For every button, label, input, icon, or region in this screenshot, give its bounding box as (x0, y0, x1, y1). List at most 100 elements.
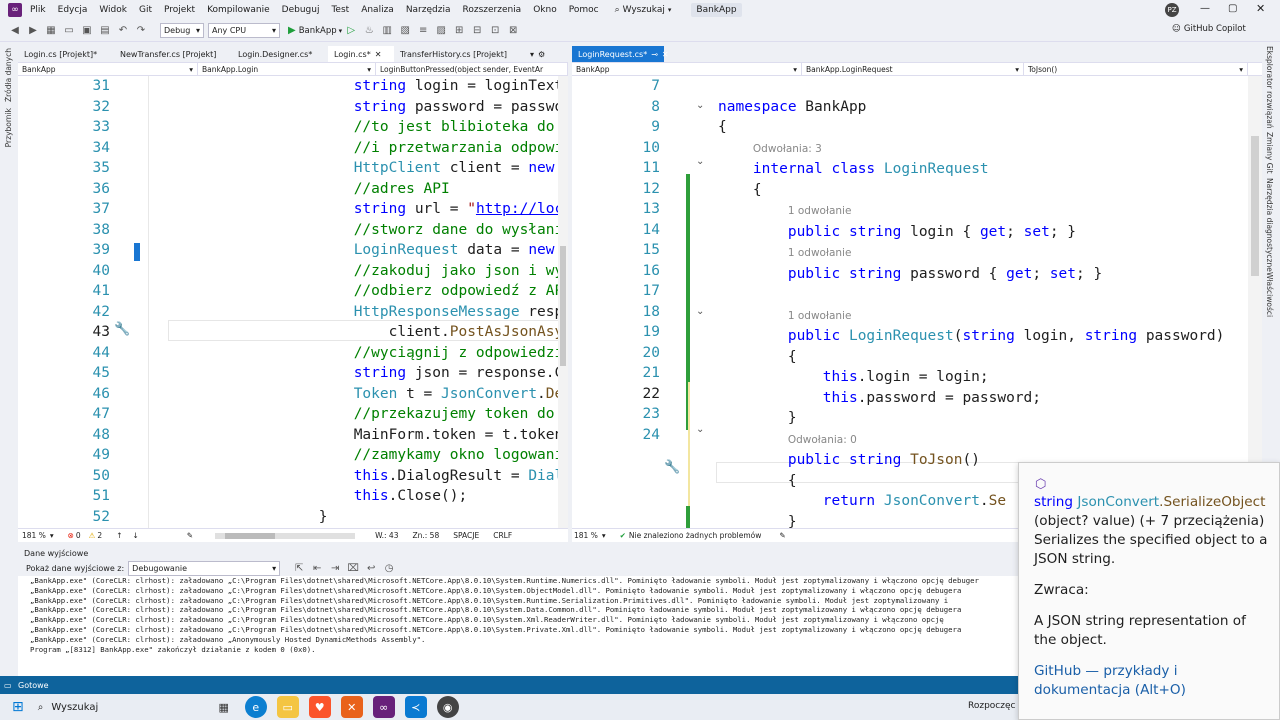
tab-overflow[interactable]: ▾ ⚙ (524, 46, 554, 62)
brush-icon[interactable]: ✎ (187, 531, 193, 540)
toolbar-icon-f[interactable]: ⊟ (470, 24, 484, 38)
save-all-icon[interactable]: ▤ (98, 24, 112, 38)
menu-item-10[interactable]: Rozszerzenia (462, 5, 521, 15)
toolbar-icon-a[interactable]: ▥ (380, 24, 394, 38)
new-project-icon[interactable]: ▦ (44, 24, 58, 38)
quick-action-icon[interactable]: 🔧 (664, 460, 680, 475)
clear-all-icon[interactable]: ⌧ (346, 561, 360, 575)
tab-newtransfer[interactable]: NewTransfer.cs [Projekt] (114, 46, 232, 62)
nav-project-select[interactable]: BankApp ▾ (572, 63, 802, 75)
zoom-level[interactable]: 181 % (574, 531, 598, 540)
open-folder-icon[interactable]: ▭ (62, 24, 76, 38)
prev-message-icon[interactable]: ⇤ (310, 561, 324, 575)
problems-status[interactable]: Nie znaleziono żadnych problemów (629, 531, 762, 540)
config-select[interactable]: Debug ▾ (160, 23, 204, 38)
menu-item-12[interactable]: Pomoc (569, 5, 599, 15)
menu-item-8[interactable]: Analiza (361, 5, 394, 15)
file-explorer-icon[interactable]: ▭ (276, 696, 299, 718)
close-icon[interactable]: ✕ (375, 50, 382, 59)
start-without-debug-icon[interactable]: ▷ (344, 24, 358, 38)
menu-item-0[interactable]: Plik (30, 5, 46, 15)
nav-class-select[interactable]: BankApp.Login ▾ (198, 63, 376, 75)
task-view-icon[interactable]: ▦ (213, 696, 235, 718)
fold-toggle-icon[interactable]: ⌄ (696, 306, 704, 317)
arrow-down-icon[interactable]: ↓ (132, 531, 138, 540)
minimize-button[interactable]: — (1200, 3, 1210, 14)
output-text[interactable]: „BankApp.exe" (CoreCLR: clrhost): załado… (18, 576, 1018, 674)
diagnostic-tools-tab[interactable]: Narzędzia diagnostyczne (1265, 178, 1274, 272)
pin-icon[interactable]: ⊸ (651, 50, 658, 59)
toolbar-icon-g[interactable]: ⊡ (488, 24, 502, 38)
toolbar-icon-d[interactable]: ▨ (434, 24, 448, 38)
avatar[interactable]: PZ (1165, 3, 1179, 17)
toolbox-tab[interactable]: Przybornik (4, 108, 13, 147)
menu-item-4[interactable]: Projekt (164, 5, 195, 15)
docs-link[interactable]: GitHub — przykłady i dokumentacja (Alt+O… (1034, 662, 1269, 700)
scrollbar-thumb[interactable] (1251, 136, 1259, 276)
menu-item-9[interactable]: Narzędzia (406, 5, 451, 15)
windows-start-icon[interactable]: ⊞ (12, 699, 24, 715)
nav-class-select[interactable]: BankApp.LoginRequest ▾ (802, 63, 1024, 75)
back-icon[interactable]: ◀ (8, 24, 22, 38)
save-icon[interactable]: ▣ (80, 24, 94, 38)
clock-icon[interactable]: ◷ (382, 561, 396, 575)
menu-item-11[interactable]: Okno (533, 5, 557, 15)
find-message-icon[interactable]: ⇱ (292, 561, 306, 575)
fold-toggle-icon[interactable]: ⌄ (696, 100, 704, 111)
nav-member-select[interactable]: LoginButtonPressed(object sender, EventA… (376, 63, 568, 75)
nav-project-select[interactable]: BankApp ▾ (18, 63, 198, 75)
warning-count[interactable]: 2 (97, 531, 102, 540)
output-source-select[interactable]: Debugowanie ▾ (128, 560, 281, 576)
zoom-level[interactable]: 181 % (22, 531, 46, 540)
toolbar-icon-h[interactable]: ⊠ (506, 24, 520, 38)
toolbar-icon-e[interactable]: ⊞ (452, 24, 466, 38)
hot-reload-icon[interactable]: ♨ (362, 24, 376, 38)
run-button[interactable]: ▶ BankApp ▾ (288, 25, 342, 36)
github-copilot-button[interactable]: ☺ GitHub Copilot (1172, 24, 1246, 34)
data-sources-tab[interactable]: Źródła danych (4, 48, 13, 102)
close-button[interactable]: ✕ (1256, 2, 1265, 15)
solution-explorer-tab[interactable]: Eksplorator rozwiązań (1265, 46, 1274, 129)
edge-icon[interactable]: e (244, 696, 267, 718)
menu-item-7[interactable]: Test (331, 5, 349, 15)
brave-icon[interactable]: ♥ (308, 696, 331, 718)
sig-class[interactable]: JsonConvert (1077, 494, 1159, 510)
tab-login-cs[interactable]: Login.cs* ✕ (328, 46, 394, 62)
menu-item-1[interactable]: Edycja (58, 5, 88, 15)
tab-login-designer[interactable]: Login.Designer.cs* (232, 46, 328, 62)
nav-member-select[interactable]: ToJson() ▾ (1024, 63, 1248, 75)
taskbar-notification[interactable]: Rozpoczęc (968, 701, 1015, 711)
menu-item-5[interactable]: Kompilowanie (207, 5, 270, 15)
toolbar-icon-c[interactable]: ≡ (416, 24, 430, 38)
line-ending[interactable]: CRLF (493, 531, 512, 540)
maximize-button[interactable]: ▢ (1228, 3, 1237, 14)
menu-item-6[interactable]: Debuguj (282, 5, 320, 15)
left-code-editor[interactable]: 31 32 33 34 35 36 37 38 39 40 41 42 43 44 45 46 47 48 49 50… (18, 76, 568, 528)
indent-mode[interactable]: SPACJE (453, 531, 479, 540)
undo-icon[interactable]: ↶ (116, 24, 130, 38)
tab-loginrequest[interactable]: LoginRequest.cs* ⊸ ✕ (572, 46, 669, 62)
menu-item-2[interactable]: Widok (99, 5, 127, 15)
toolbar-icon-b[interactable]: ▧ (398, 24, 412, 38)
word-wrap-icon[interactable]: ↩ (364, 561, 378, 575)
properties-tab[interactable]: Właściwości (1265, 272, 1274, 317)
right-vertical-scrollbar[interactable] (1248, 76, 1262, 528)
scrollbar-thumb[interactable] (225, 532, 276, 539)
vs-logo-icon[interactable]: ∞ (8, 3, 22, 17)
next-message-icon[interactable]: ⇥ (328, 561, 342, 575)
taskbar-search[interactable]: ⌕ Wyszukaj (38, 702, 208, 713)
redo-icon[interactable]: ↷ (134, 24, 148, 38)
platform-select[interactable]: Any CPU ▾ (208, 23, 280, 38)
search-box[interactable]: ⌕ Wyszukaj ▾ (615, 5, 672, 15)
chrome-icon[interactable]: ◉ (436, 696, 459, 718)
app-orange-icon[interactable]: ✕ (340, 696, 363, 718)
brush-icon[interactable]: ✎ (779, 531, 785, 540)
git-changes-tab[interactable]: Zmiany Git (1265, 132, 1274, 174)
menu-item-3[interactable]: Git (139, 5, 152, 15)
scrollbar-thumb[interactable] (560, 246, 566, 366)
error-count[interactable]: 0 (76, 531, 81, 540)
tab-login-cs-project[interactable]: Login.cs [Projekt]* (18, 46, 114, 62)
left-vertical-scrollbar[interactable] (558, 76, 568, 528)
visual-studio-icon[interactable]: ∞ (372, 696, 395, 718)
right-code-editor[interactable]: 7 8 9 10 11 12 13 14 15 16 17 18 19 20 21 22 23 24 ⌄ ⌄ ⌄ … (572, 76, 1262, 528)
